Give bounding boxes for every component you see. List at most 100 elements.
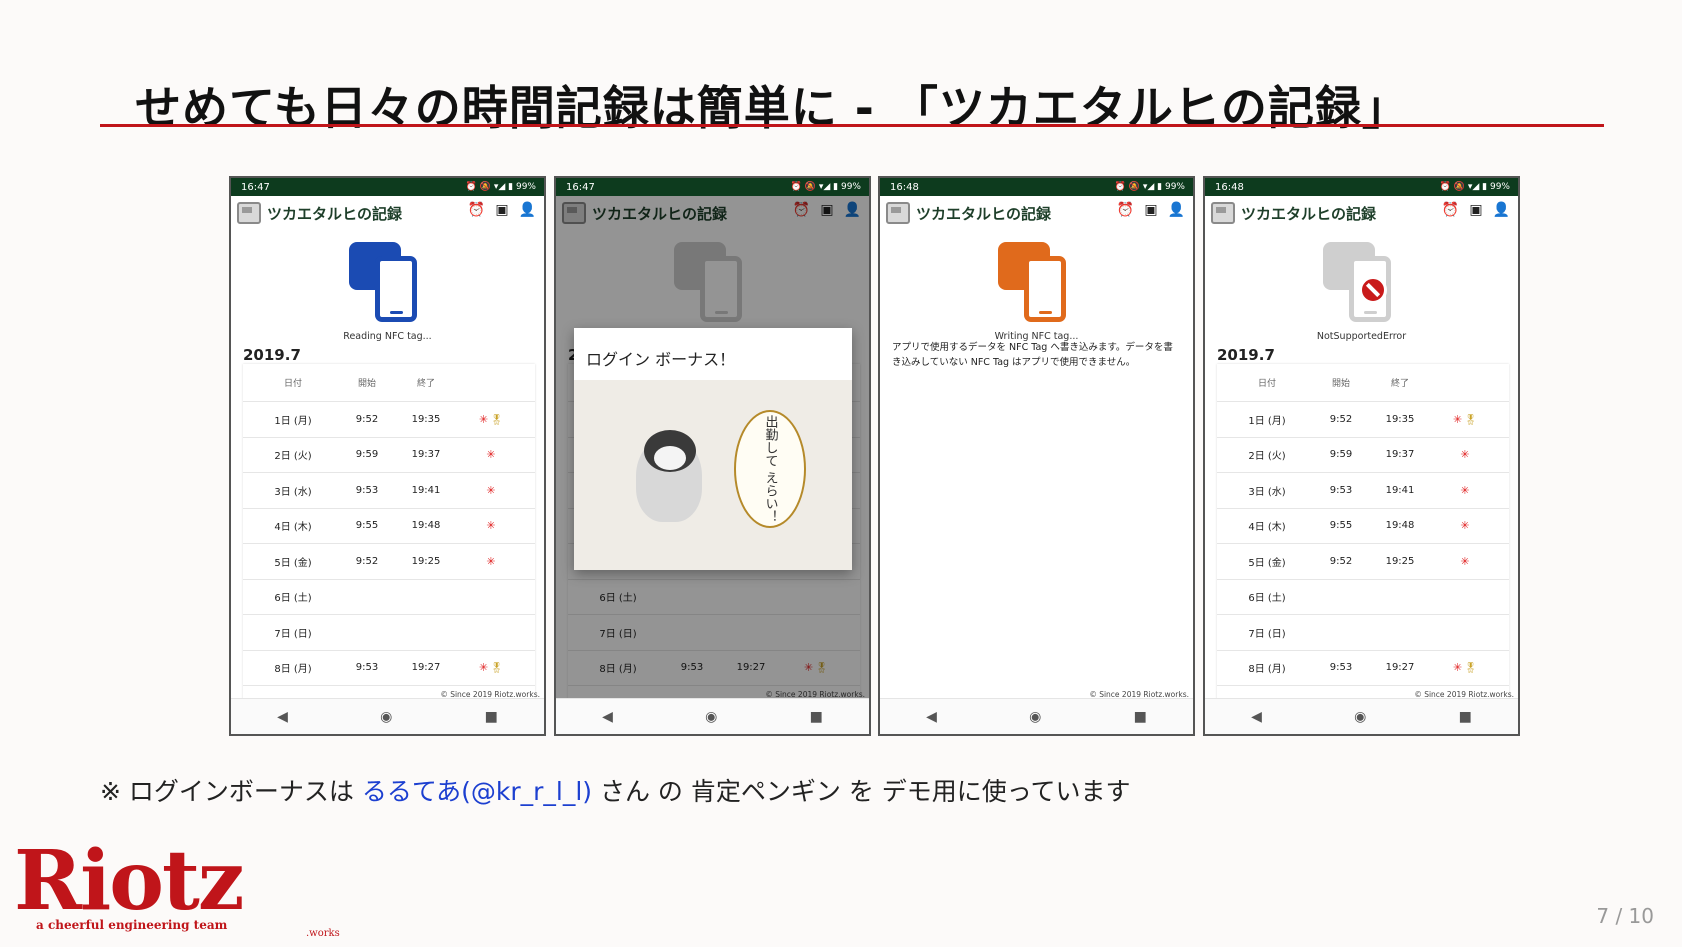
table-row[interactable]: 3日 (水) 9:53 19:41 ✳ [243, 473, 535, 509]
table-row[interactable]: 6日 (土) [1217, 580, 1509, 615]
header-date: 日付 [283, 379, 302, 389]
table-row[interactable]: 4日 (木) 9:55 19:48 ✳ [243, 509, 535, 544]
sun-icon: ✳ [1460, 519, 1470, 533]
app-title: ツカエタルヒの記録 [267, 204, 403, 223]
status-time: 16:47 [566, 181, 595, 193]
nfc-tag-icon[interactable]: ▣ [495, 202, 508, 218]
sun-icon: ✳ [486, 519, 496, 533]
phone-screen-reading: 16:47 ⏰ 🔕 ▾◢ ▮ 99% ツカエタルヒの記録 ⏰ ▣ 👤 Reading… [229, 176, 546, 736]
app-logo-icon [237, 202, 261, 224]
back-icon[interactable]: ◀ [926, 709, 937, 725]
app-title: ツカエタルヒの記録 [1241, 204, 1377, 223]
riotz-logo: Riotz a cheerful engineering team .works [14, 836, 344, 942]
title-underline [100, 124, 1604, 127]
back-icon[interactable]: ◀ [602, 709, 613, 725]
credit-footnote: ※ ログインボーナスは るるてあ(@kr_r_l_l) さん の 肯定ペンギン … [100, 772, 1131, 808]
prohibited-icon [1359, 276, 1387, 304]
table-row[interactable]: 8日 (月) 9:53 19:27 ✳ 🎖 [243, 651, 535, 686]
logo-wordmark: Riotz [14, 833, 244, 929]
medal-icon: 🎖 [490, 414, 503, 426]
status-icons: ⏰ 🔕 ▾◢ ▮ 99% [465, 182, 536, 192]
recents-icon[interactable]: ■ [485, 709, 498, 725]
home-icon[interactable]: ◉ [380, 709, 392, 725]
medal-icon: 🎖 [1464, 663, 1477, 675]
table-row[interactable]: 2日 (火) 9:59 19:37 ✳ [1217, 438, 1509, 473]
table-row[interactable]: 1日 (月) 9:52 19:35 ✳ 🎖 [1217, 402, 1509, 438]
table-row[interactable]: 7日 (日) [1217, 615, 1509, 651]
dialog-title: ログイン ボーナス！ [586, 350, 736, 369]
attendance-table: 日付 開始 終了 1日 (月) 9:52 19:35 ✳ 🎖 2日 (火) 9:59 19:… [1217, 364, 1509, 704]
android-nav-bar: ◀ ◉ ■ [556, 698, 869, 734]
page-number: 7 / 10 [1596, 904, 1654, 928]
home-icon[interactable]: ◉ [705, 709, 717, 725]
app-title: ツカエタルヒの記録 [916, 204, 1052, 223]
status-icons: ⏰ 🔕 ▾◢ ▮ 99% [1114, 182, 1185, 192]
medal-icon: 🎖 [1464, 414, 1477, 426]
status-icons: ⏰ 🔕 ▾◢ ▮ 99% [790, 182, 861, 192]
sun-icon: ✳ [486, 483, 496, 497]
status-time: 16:48 [1215, 181, 1244, 193]
account-icon[interactable]: 👤 [1168, 202, 1185, 218]
header-date: 日付 [1257, 379, 1276, 389]
table-row[interactable]: 4日 (木) 9:55 19:48 ✳ [1217, 509, 1509, 544]
home-icon[interactable]: ◉ [1029, 709, 1041, 725]
sun-icon: ✳ [1460, 483, 1470, 497]
account-icon[interactable]: 👤 [519, 202, 536, 218]
table-row[interactable]: 7日 (日) [243, 615, 535, 651]
back-icon[interactable]: ◀ [277, 709, 288, 725]
sun-icon: ✳ [1460, 554, 1470, 568]
table-row[interactable]: 5日 (金) 9:52 19:25 ✳ [243, 544, 535, 580]
table-row[interactable]: 1日 (月) 9:52 19:35 ✳ 🎖 [243, 402, 535, 438]
android-nav-bar: ◀ ◉ ■ [1205, 698, 1518, 734]
penguin-face [654, 446, 686, 470]
sun-icon: ✳ 🎖 [1453, 412, 1477, 426]
account-icon[interactable]: 👤 [1493, 202, 1510, 218]
table-row[interactable]: 6日 (土) [243, 580, 535, 615]
phone-screen-writing: 16:48 ⏰ 🔕 ▾◢ ▮ 99% ツカエタルヒの記録 ⏰ ▣ 👤 Writing… [878, 176, 1195, 736]
sun-icon: ✳ [1460, 448, 1470, 462]
penguin-illustration: 出勤して えらい！ [574, 380, 852, 570]
nfc-read-icon [349, 242, 427, 322]
back-icon[interactable]: ◀ [1251, 709, 1262, 725]
header-end: 終了 [1390, 379, 1409, 389]
medal-icon: 🎖 [490, 663, 503, 675]
recents-icon[interactable]: ■ [1134, 709, 1147, 725]
status-bar: 16:47 ⏰ 🔕 ▾◢ ▮ 99% [556, 178, 869, 196]
nfc-unsupported-icon [1323, 242, 1401, 322]
home-icon[interactable]: ◉ [1354, 709, 1366, 725]
alarm-icon[interactable]: ⏰ [1442, 202, 1459, 218]
recents-icon[interactable]: ■ [1459, 709, 1472, 725]
write-instructions: アプリで使用するデータを NFC Tag へ書き込みます。データを書き込みしてい… [892, 342, 1173, 368]
nfc-tag-icon[interactable]: ▣ [1469, 202, 1482, 218]
table-header: 日付 開始 終了 [1217, 364, 1509, 402]
sun-icon: ✳ [486, 554, 496, 568]
status-bar: 16:48 ⏰ 🔕 ▾◢ ▮ 99% [1205, 178, 1518, 196]
alarm-icon[interactable]: ⏰ [468, 202, 485, 218]
month-label: 2019.7 [243, 346, 301, 364]
status-time: 16:48 [890, 181, 919, 193]
alarm-icon[interactable]: ⏰ [1117, 202, 1134, 218]
table-row[interactable]: 8日 (月) 9:53 19:27 ✳ 🎖 [1217, 651, 1509, 686]
phone-screen-not-supported: 16:48 ⏰ 🔕 ▾◢ ▮ 99% ツカエタルヒの記録 ⏰ ▣ 👤 NotSupp… [1203, 176, 1520, 736]
sun-icon: ✳ 🎖 [479, 412, 503, 426]
header-end: 終了 [416, 379, 435, 389]
sun-icon: ✳ 🎖 [1453, 661, 1477, 675]
table-header: 日付 開始 終了 [243, 364, 535, 402]
speech-bubble: 出勤して えらい！ [734, 410, 806, 528]
android-nav-bar: ◀ ◉ ■ [231, 698, 544, 734]
nfc-status-caption: Reading NFC tag... [343, 331, 432, 342]
table-row[interactable]: 5日 (金) 9:52 19:25 ✳ [1217, 544, 1509, 580]
recents-icon[interactable]: ■ [810, 709, 823, 725]
table-row[interactable]: 2日 (火) 9:59 19:37 ✳ [243, 438, 535, 473]
app-bar: ツカエタルヒの記録 ⏰ ▣ 👤 [880, 196, 1193, 230]
author-link[interactable]: るるてあ(@kr_r_l_l) [362, 777, 592, 806]
nfc-tag-icon[interactable]: ▣ [1144, 202, 1157, 218]
slide-title: せめても日々の時間記録は簡単に - 「ツカエタルヒの記録」 [135, 81, 1409, 135]
logo-suffix: .works [306, 928, 340, 939]
phone-screen-login-bonus: 16:47 ⏰ 🔕 ▾◢ ▮ 99% ツカエタルヒの記録 ⏰▣👤 2019.7 … [554, 176, 871, 736]
table-row[interactable]: 3日 (水) 9:53 19:41 ✳ [1217, 473, 1509, 509]
attendance-table: 日付 開始 終了 1日 (月) 9:52 19:35 ✳ 🎖 2日 (火) 9:59 19:… [243, 364, 535, 704]
login-bonus-dialog[interactable]: ログイン ボーナス！ 出勤して えらい！ [574, 328, 852, 570]
nfc-status-caption: NotSupportedError [1316, 331, 1407, 342]
status-time: 16:47 [241, 181, 270, 193]
